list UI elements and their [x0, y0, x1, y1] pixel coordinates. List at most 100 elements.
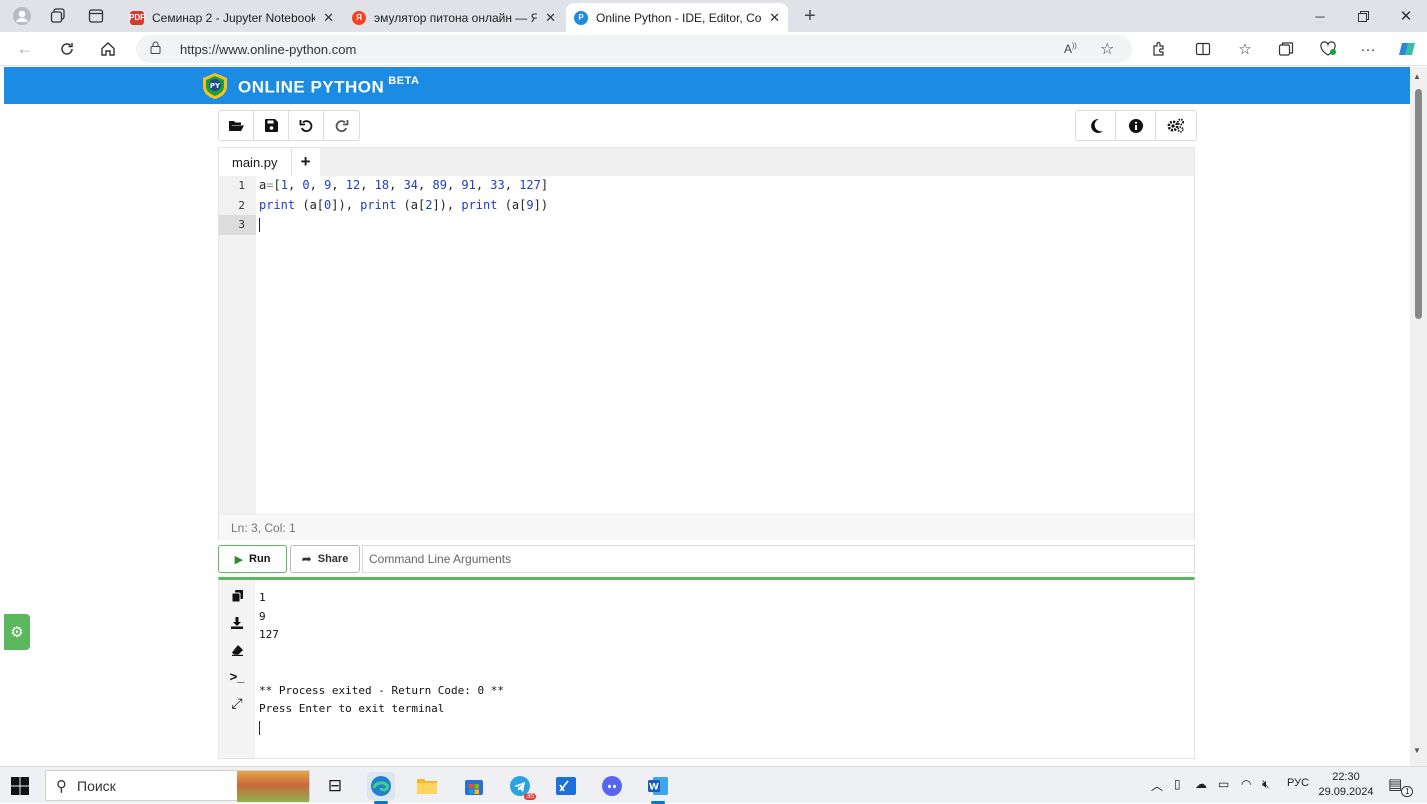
dark-mode-button[interactable]	[1076, 111, 1116, 140]
search-icon: ⚲	[56, 777, 67, 795]
minimize-icon[interactable]: ─	[1298, 0, 1342, 32]
show-hidden-icons-icon[interactable]: ︿	[1151, 777, 1163, 794]
output-line: ** Process exited - Return Code: 0 **	[259, 683, 505, 697]
browser-tab-pdf[interactable]: PDF Семинар 2 - Jupyter Notebook.p ✕	[122, 3, 342, 32]
collections-icon[interactable]	[1273, 37, 1299, 61]
tray-app-icon[interactable]: ▯	[1174, 777, 1181, 791]
telegram-app-icon[interactable]: 35	[506, 772, 536, 800]
home-icon[interactable]	[95, 37, 121, 61]
eraser-icon[interactable]	[219, 636, 255, 663]
url-field[interactable]: https://www.online-python.com A)) ☆	[136, 35, 1132, 63]
browser-tab-yandex[interactable]: Я эмулятор питона онлайн — Янд ✕	[344, 3, 564, 32]
tab-title: Online Python - IDE, Editor, Comp	[596, 10, 762, 25]
copy-icon[interactable]	[219, 582, 255, 609]
page-scrollbar[interactable]: ▲ ▼	[1410, 67, 1427, 766]
profile-icon[interactable]	[4, 0, 40, 32]
terminal-prompt-icon[interactable]: >_	[219, 663, 255, 690]
browser-essentials-icon[interactable]	[1315, 37, 1341, 61]
output-line: Press Enter to exit terminal	[259, 702, 445, 715]
gears-icon	[1167, 118, 1184, 133]
redo-button[interactable]	[324, 111, 359, 140]
share-arrow-icon: ➦	[301, 552, 312, 566]
edge-app-icon[interactable]	[367, 772, 395, 804]
copilot-icon[interactable]	[1394, 37, 1420, 61]
close-tab-icon[interactable]: ✕	[769, 10, 780, 26]
restore-icon[interactable]	[1341, 0, 1385, 32]
save-file-button[interactable]	[254, 111, 289, 140]
split-screen-icon[interactable]	[1190, 37, 1216, 61]
code-area[interactable]: a=[1, 0, 9, 12, 18, 34, 89, 91, 33, 127]…	[259, 176, 1194, 514]
word-app-icon[interactable]: W	[644, 772, 672, 804]
command-line-arguments-input[interactable]: Command Line Arguments	[362, 545, 1195, 573]
notification-count-badge: 1	[1401, 786, 1414, 797]
yandex-icon: Я	[352, 10, 366, 25]
favorite-star-icon[interactable]: ☆	[1100, 39, 1114, 59]
share-button[interactable]: ➦ Share	[290, 545, 360, 573]
expand-icon[interactable]: ⤢	[219, 690, 255, 717]
undo-button[interactable]	[289, 111, 324, 140]
workspaces-icon[interactable]	[40, 0, 76, 32]
file-explorer-app-icon[interactable]	[413, 772, 441, 800]
info-button[interactable]	[1116, 111, 1156, 140]
taskbar-clock[interactable]: 22:30 29.09.2024	[1316, 770, 1376, 800]
taskbar-search[interactable]: ⚲ Поиск	[45, 770, 310, 802]
discord-app-icon[interactable]	[598, 772, 626, 800]
address-bar-row: ← https://www.online-python.com A)) ☆ ☆ …	[0, 32, 1427, 66]
wifi-icon[interactable]: ◠	[1241, 777, 1251, 791]
code-line-3[interactable]	[259, 215, 1194, 235]
back-icon[interactable]: ←	[12, 37, 38, 61]
code-line-2[interactable]: print (a[0]), print (a[2]), print (a[9])	[259, 196, 1194, 216]
run-button[interactable]: ▶ Run	[218, 545, 287, 573]
lock-icon[interactable]	[150, 41, 162, 57]
code-line-1[interactable]: a=[1, 0, 9, 12, 18, 34, 89, 91, 33, 127]	[259, 176, 1194, 196]
onedrive-icon[interactable]: ☁	[1195, 777, 1207, 791]
floating-settings-button[interactable]: ⚙	[4, 614, 30, 650]
web-page: PY ONLINE PYTHON BETA main.py + 1 2 3 a=…	[4, 67, 1410, 766]
code-editor: main.py + 1 2 3 a=[1, 0, 9, 12, 18, 34, …	[218, 147, 1195, 540]
input-language[interactable]: РУС	[1287, 777, 1309, 789]
snipping-tool-app-icon[interactable]	[552, 772, 580, 800]
line-number-gutter: 1 2 3	[219, 176, 256, 514]
output-terminal[interactable]: >_ ⤢ 1 9 127 ** Process exited - Return …	[218, 577, 1195, 759]
browser-tab-online-python[interactable]: P Online Python - IDE, Editor, Comp ✕	[566, 3, 788, 32]
windows-taskbar: ⚲ Поиск ⊟ 35 W ︿ ▯ ☁ ▭ ◠ 🔇︎ РУС 22:30 29…	[0, 766, 1427, 804]
brand-name: ONLINE PYTHON	[238, 77, 385, 97]
new-tab-icon[interactable]: +	[792, 0, 828, 32]
site-brand[interactable]: ONLINE PYTHON BETA	[238, 75, 419, 98]
refresh-icon[interactable]	[54, 37, 80, 61]
windows-start-icon[interactable]	[10, 776, 30, 796]
tab-title: Семинар 2 - Jupyter Notebook.p	[152, 10, 316, 25]
text-cursor	[259, 217, 260, 232]
read-aloud-icon[interactable]: A))	[1064, 42, 1077, 56]
line-number: 2	[238, 198, 245, 212]
search-highlight-image[interactable]	[237, 771, 309, 802]
tab-actions-icon[interactable]	[78, 0, 114, 32]
extensions-icon[interactable]	[1146, 37, 1172, 61]
clock-date: 29.09.2024	[1318, 786, 1374, 798]
scroll-up-icon[interactable]: ▲	[1413, 72, 1421, 81]
cursor-position-status: Ln: 3, Col: 1	[219, 514, 1194, 540]
online-python-logo-icon[interactable]: PY	[200, 71, 230, 101]
volume-muted-icon[interactable]: 🔇︎	[1262, 777, 1270, 792]
download-icon[interactable]	[219, 609, 255, 636]
favorites-icon[interactable]: ☆	[1232, 37, 1258, 61]
close-tab-icon[interactable]: ✕	[323, 10, 334, 26]
scrollbar-thumb[interactable]	[1415, 89, 1422, 319]
close-window-icon[interactable]: ✕	[1384, 0, 1427, 32]
browser-tab-strip: PDF Семинар 2 - Jupyter Notebook.p ✕ Я э…	[0, 0, 1427, 32]
scroll-down-icon[interactable]: ▼	[1413, 746, 1421, 755]
add-file-button[interactable]: +	[291, 148, 320, 176]
terminal-toolbar: >_ ⤢	[219, 580, 255, 758]
floppy-save-icon	[264, 119, 278, 132]
task-view-icon[interactable]: ⊟	[321, 772, 349, 800]
settings-button[interactable]	[1156, 111, 1196, 140]
battery-icon[interactable]: ▭	[1218, 777, 1229, 791]
close-tab-icon[interactable]: ✕	[545, 10, 556, 26]
tab-main-py[interactable]: main.py	[219, 148, 292, 176]
run-bar: ▶ Run ➦ Share Command Line Arguments	[218, 545, 1195, 573]
more-menu-icon[interactable]: ···	[1355, 37, 1381, 61]
pdf-icon: PDF	[129, 10, 145, 25]
store-app-icon[interactable]	[460, 772, 488, 800]
open-file-button[interactable]	[219, 111, 254, 140]
